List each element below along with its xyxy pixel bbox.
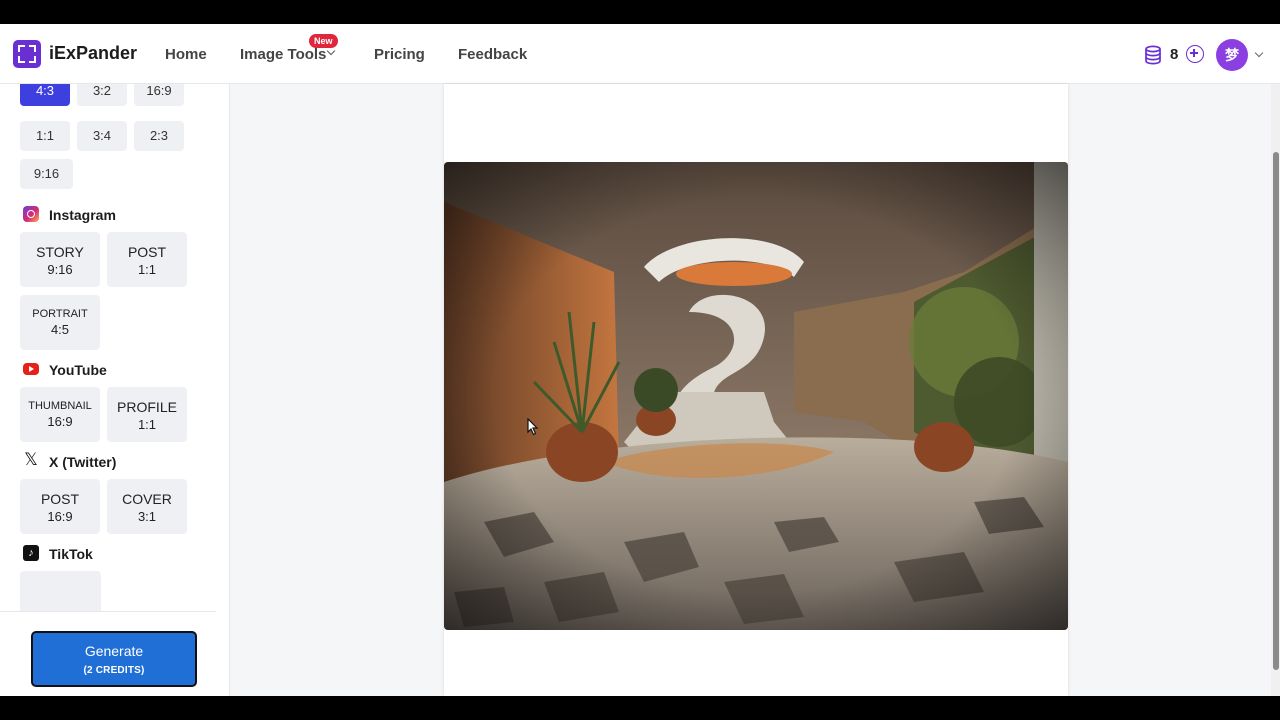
- youtube-section-label: YouTube: [49, 362, 107, 378]
- instagram-story-tile[interactable]: STORY 9:16: [20, 232, 100, 287]
- credits-count: 8: [1170, 46, 1179, 63]
- ratio-3-2-button[interactable]: 3:2: [77, 84, 127, 106]
- nav-feedback[interactable]: Feedback: [458, 46, 527, 63]
- chevron-down-icon[interactable]: [326, 46, 336, 56]
- ratio-4-3-button[interactable]: 4:3: [20, 84, 70, 106]
- tiktok-section-label: TikTok: [49, 546, 93, 562]
- ratio-9-16-button[interactable]: 9:16: [20, 159, 73, 189]
- database-icon: [1145, 45, 1161, 65]
- instagram-portrait-tile[interactable]: PORTRAIT 4:5: [20, 295, 100, 350]
- generate-panel: Generate (2 CREDITS): [0, 611, 216, 696]
- expansion-canvas[interactable]: [444, 84, 1068, 696]
- instagram-section-label: Instagram: [49, 207, 116, 223]
- nav-pricing[interactable]: Pricing: [374, 46, 425, 63]
- generate-button[interactable]: Generate (2 CREDITS): [31, 631, 197, 687]
- x-twitter-icon: 𝕏: [24, 450, 38, 469]
- options-sidebar: 4:3 3:2 16:9 1:1 3:4 2:3 9:16 Instagram …: [0, 84, 230, 696]
- app-window: iExPander Home Image Tools New Pricing F…: [0, 24, 1280, 696]
- new-badge: New: [309, 34, 338, 48]
- twitter-cover-tile[interactable]: COVER 3:1: [107, 479, 187, 534]
- tiktok-icon: ♪: [23, 545, 39, 561]
- expand-logo-icon[interactable]: [13, 40, 41, 68]
- cursor-icon: [527, 418, 539, 436]
- ratio-16-9-button[interactable]: 16:9: [134, 84, 184, 106]
- youtube-icon: [23, 363, 39, 375]
- twitter-section-label: X (Twitter): [49, 454, 117, 470]
- nav-image-tools[interactable]: Image Tools: [240, 46, 326, 63]
- scrollbar-thumb[interactable]: [1273, 152, 1279, 670]
- youtube-thumbnail-tile[interactable]: THUMBNAIL 16:9: [20, 387, 100, 442]
- instagram-post-tile[interactable]: POST 1:1: [107, 232, 187, 287]
- staircase-interior-photo: [444, 162, 1068, 630]
- top-navigation-bar: iExPander Home Image Tools New Pricing F…: [0, 24, 1280, 84]
- chevron-down-icon[interactable]: [1254, 48, 1264, 58]
- ratio-1-1-button[interactable]: 1:1: [20, 121, 70, 151]
- ratio-3-4-button[interactable]: 3:4: [77, 121, 127, 151]
- avatar[interactable]: 梦: [1216, 39, 1248, 71]
- ratio-2-3-button[interactable]: 2:3: [134, 121, 184, 151]
- brand-name[interactable]: iExPander: [49, 43, 137, 64]
- youtube-profile-tile[interactable]: PROFILE 1:1: [107, 387, 187, 442]
- nav-home[interactable]: Home: [165, 46, 207, 63]
- uploaded-image[interactable]: [444, 162, 1068, 630]
- instagram-icon: [23, 206, 39, 222]
- twitter-post-tile[interactable]: POST 16:9: [20, 479, 100, 534]
- plus-circle-icon[interactable]: [1186, 45, 1204, 63]
